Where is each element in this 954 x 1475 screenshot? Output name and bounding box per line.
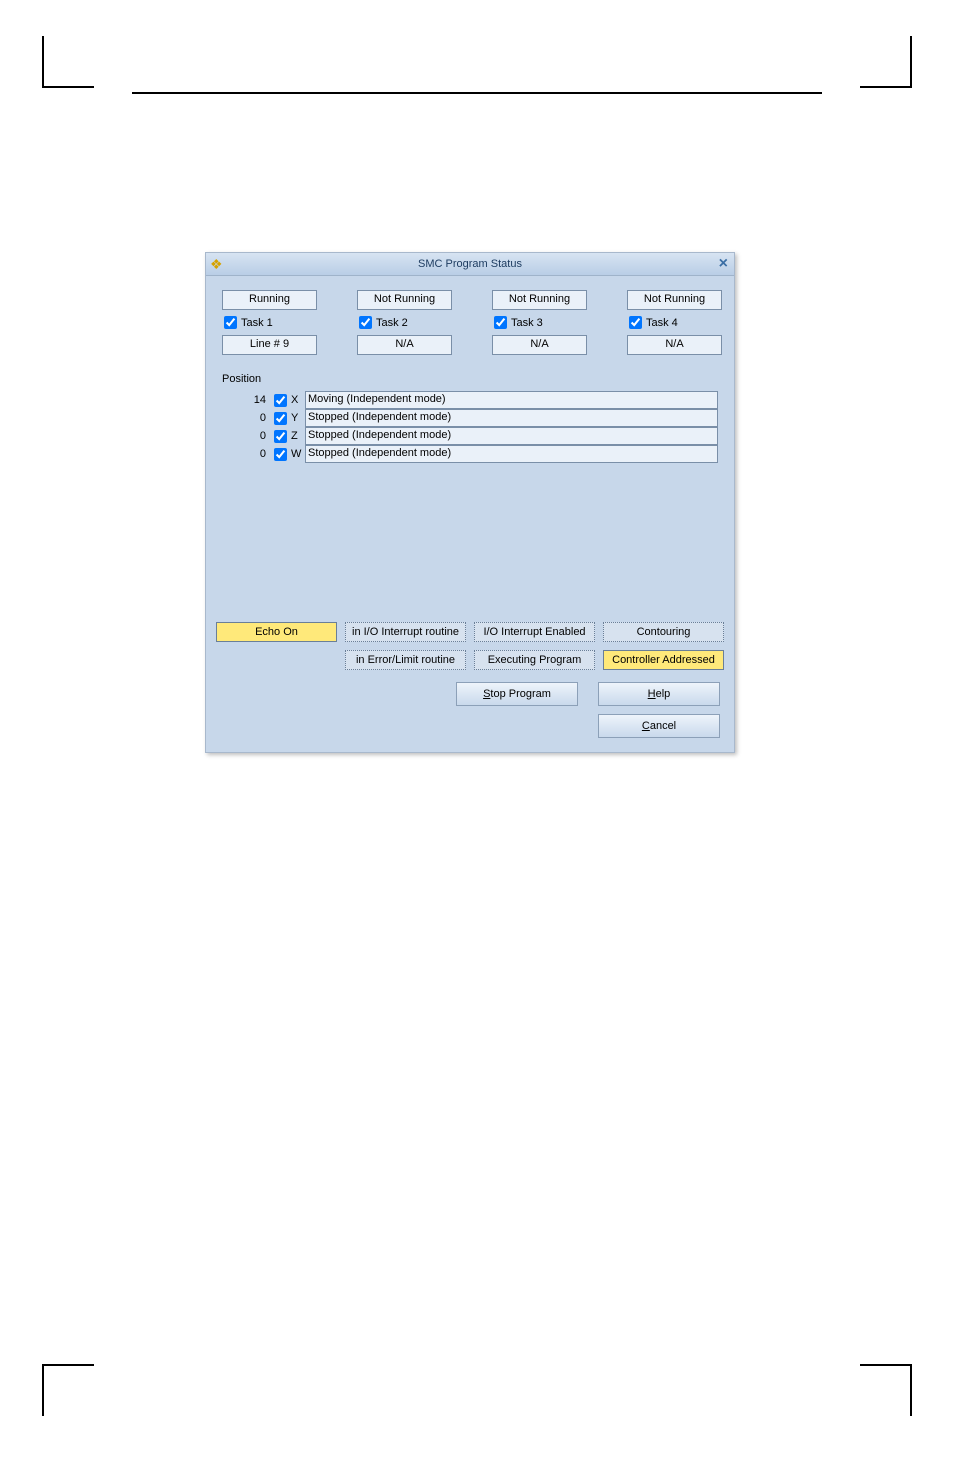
axis-letter: X [291, 394, 305, 406]
task-label: Task 2 [376, 317, 408, 329]
task-label: Task 1 [241, 317, 273, 329]
task-line: N/A [357, 335, 452, 355]
help-label-rest: elp [656, 688, 671, 700]
task-column-3: Not Running Task 3 N/A [492, 290, 587, 355]
axis-value: 0 [216, 448, 270, 460]
axis-status: Stopped (Independent mode) [305, 445, 718, 463]
executing-program-status[interactable]: Executing Program [474, 650, 595, 670]
help-button[interactable]: Help [598, 682, 720, 706]
stop-label-rest: top Program [490, 688, 551, 700]
task-label: Task 3 [511, 317, 543, 329]
crop-mark [860, 36, 912, 88]
axis-letter: Y [291, 412, 305, 424]
tasks-row: Running Task 1 Line # 9 Not Running Task… [222, 290, 724, 355]
task-check-input[interactable] [494, 316, 507, 329]
smc-program-status-dialog: ❖ SMC Program Status × Running Task 1 Li… [205, 252, 735, 753]
task-check-input[interactable] [224, 316, 237, 329]
task-line: N/A [492, 335, 587, 355]
button-row-2: Cancel [598, 714, 720, 738]
close-icon[interactable]: × [719, 255, 728, 273]
task-check-input[interactable] [629, 316, 642, 329]
controller-addressed-status[interactable]: Controller Addressed [603, 650, 724, 670]
status-row-1: Echo On in I/O Interrupt routine I/O Int… [216, 622, 724, 642]
axis-row-x: 14 X Moving (Independent mode) [216, 391, 724, 409]
status-row-2: in Error/Limit routine Executing Program… [216, 650, 724, 670]
cancel-button[interactable]: Cancel [598, 714, 720, 738]
axis-row-w: 0 W Stopped (Independent mode) [216, 445, 724, 463]
axis-status: Stopped (Independent mode) [305, 427, 718, 445]
contouring-status[interactable]: Contouring [603, 622, 724, 642]
axis-status: Moving (Independent mode) [305, 391, 718, 409]
task-checkbox-1[interactable]: Task 1 [222, 316, 317, 329]
axes-group: 14 X Moving (Independent mode) 0 Y Stopp… [216, 391, 724, 463]
axis-value: 14 [216, 394, 270, 406]
error-limit-routine-status[interactable]: in Error/Limit routine [345, 650, 466, 670]
task-status: Not Running [627, 290, 722, 310]
dialog-title: SMC Program Status [206, 258, 734, 270]
task-line: N/A [627, 335, 722, 355]
button-row-1: Stop Program Help [456, 682, 720, 706]
io-interrupt-routine-status[interactable]: in I/O Interrupt routine [345, 622, 466, 642]
axis-row-y: 0 Y Stopped (Independent mode) [216, 409, 724, 427]
task-checkbox-4[interactable]: Task 4 [627, 316, 722, 329]
io-interrupt-enabled-status[interactable]: I/O Interrupt Enabled [474, 622, 595, 642]
position-label: Position [222, 373, 724, 385]
task-column-1: Running Task 1 Line # 9 [222, 290, 317, 355]
task-checkbox-2[interactable]: Task 2 [357, 316, 452, 329]
task-status: Not Running [492, 290, 587, 310]
crop-mark [42, 1364, 94, 1416]
task-label: Task 4 [646, 317, 678, 329]
axis-checkbox[interactable] [274, 394, 287, 407]
titlebar[interactable]: ❖ SMC Program Status × [206, 253, 734, 276]
task-check-input[interactable] [359, 316, 372, 329]
task-status: Not Running [357, 290, 452, 310]
axis-checkbox[interactable] [274, 430, 287, 443]
header-rule [132, 92, 822, 94]
task-column-4: Not Running Task 4 N/A [627, 290, 722, 355]
dialog-content: Running Task 1 Line # 9 Not Running Task… [206, 276, 734, 752]
task-status: Running [222, 290, 317, 310]
cancel-label-rest: ancel [650, 720, 676, 732]
axis-letter: W [291, 448, 305, 460]
task-checkbox-3[interactable]: Task 3 [492, 316, 587, 329]
crop-mark [860, 1364, 912, 1416]
task-line: Line # 9 [222, 335, 317, 355]
axis-checkbox[interactable] [274, 448, 287, 461]
axis-row-z: 0 Z Stopped (Independent mode) [216, 427, 724, 445]
axis-letter: Z [291, 430, 305, 442]
stop-program-button[interactable]: Stop Program [456, 682, 578, 706]
axis-status: Stopped (Independent mode) [305, 409, 718, 427]
axis-checkbox[interactable] [274, 412, 287, 425]
echo-on-status[interactable]: Echo On [216, 622, 337, 642]
axis-value: 0 [216, 412, 270, 424]
task-column-2: Not Running Task 2 N/A [357, 290, 452, 355]
axis-value: 0 [216, 430, 270, 442]
crop-mark [42, 36, 94, 88]
